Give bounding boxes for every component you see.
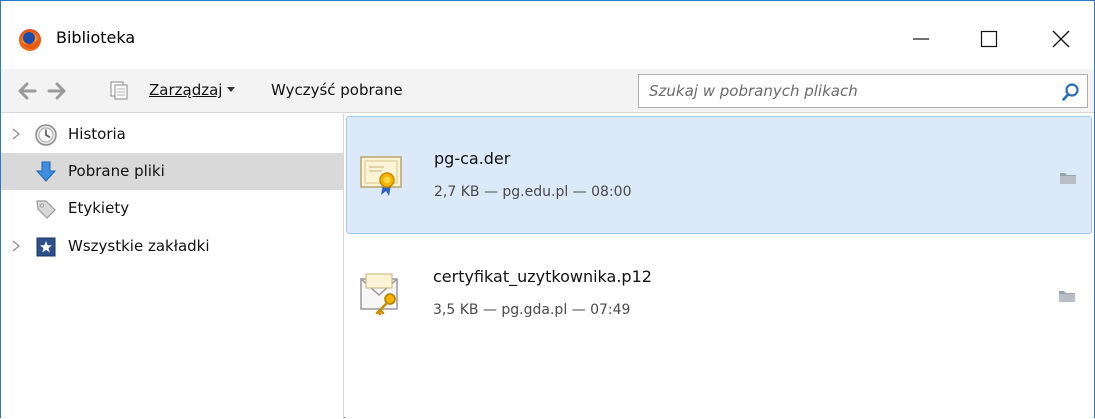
- search-icon[interactable]: [1061, 82, 1081, 102]
- organize-icon: [110, 81, 128, 100]
- title-bar[interactable]: Biblioteka: [1, 1, 1094, 69]
- sidebar-item-all-bookmarks[interactable]: Wszystkie zakładki: [1, 228, 343, 265]
- maximize-icon: [980, 30, 998, 48]
- chevron-right-icon[interactable]: [11, 128, 21, 140]
- clear-downloads-button[interactable]: Wyczyść pobrane: [271, 81, 403, 99]
- star-bookmark-icon: [36, 237, 56, 257]
- download-details: 2,7 KB — pg.edu.pl — 08:00: [434, 184, 632, 200]
- clock-icon: [35, 124, 57, 146]
- sidebar-item-label: Etykiety: [68, 199, 130, 217]
- arrow-right-icon: [47, 82, 66, 100]
- maximize-button[interactable]: [969, 19, 1009, 59]
- key-envelope-icon: [360, 273, 398, 316]
- dropdown-arrow-icon: [227, 87, 236, 92]
- forward-button[interactable]: [45, 79, 69, 103]
- sidebar-item-tags[interactable]: Etykiety: [1, 190, 343, 227]
- sidebar-item-label: Pobrane pliki: [68, 162, 165, 180]
- folder-icon[interactable]: [1058, 288, 1076, 304]
- organize-menu-button[interactable]: Zarządzaj: [149, 81, 236, 99]
- download-item[interactable]: certyfikat_uzytkownika.p12 3,5 KB — pg.g…: [346, 235, 1092, 353]
- toolbar: Zarządzaj Wyczyść pobrane: [1, 69, 1094, 113]
- sidebar-item-label: Wszystkie zakładki: [68, 237, 210, 255]
- sidebar-item-downloads[interactable]: Pobrane pliki: [1, 153, 343, 190]
- folder-icon[interactable]: [1059, 170, 1077, 186]
- library-window: Biblioteka Zarządzaj Wyczyść pobrane Szu…: [0, 0, 1095, 419]
- download-details: 3,5 KB — pg.gda.pl — 07:49: [433, 302, 631, 318]
- firefox-icon: [19, 29, 41, 51]
- chevron-right-icon[interactable]: [11, 240, 21, 252]
- close-icon: [1052, 30, 1070, 48]
- downloads-list: pg-ca.der 2,7 KB — pg.edu.pl — 08:00 cer…: [345, 114, 1094, 419]
- download-arrow-icon: [35, 161, 57, 182]
- tag-icon: [36, 200, 56, 219]
- arrow-left-icon: [18, 82, 37, 100]
- back-button[interactable]: [15, 79, 39, 103]
- minimize-icon: [913, 38, 929, 40]
- certificate-icon: [360, 156, 402, 196]
- library-sidebar: Historia Pobrane pliki Etykiety Wszystki…: [1, 114, 344, 419]
- minimize-button[interactable]: [901, 19, 941, 59]
- close-button[interactable]: [1041, 19, 1081, 59]
- window-title: Biblioteka: [56, 28, 136, 47]
- sidebar-item-history[interactable]: Historia: [1, 116, 343, 153]
- download-filename: pg-ca.der: [434, 149, 511, 168]
- organize-label: Zarządzaj: [149, 81, 223, 99]
- sidebar-item-label: Historia: [68, 125, 126, 143]
- search-box: [638, 74, 1088, 108]
- search-input[interactable]: [639, 75, 1049, 107]
- download-filename: certyfikat_uzytkownika.p12: [433, 267, 652, 286]
- download-item[interactable]: pg-ca.der 2,7 KB — pg.edu.pl — 08:00: [346, 116, 1092, 234]
